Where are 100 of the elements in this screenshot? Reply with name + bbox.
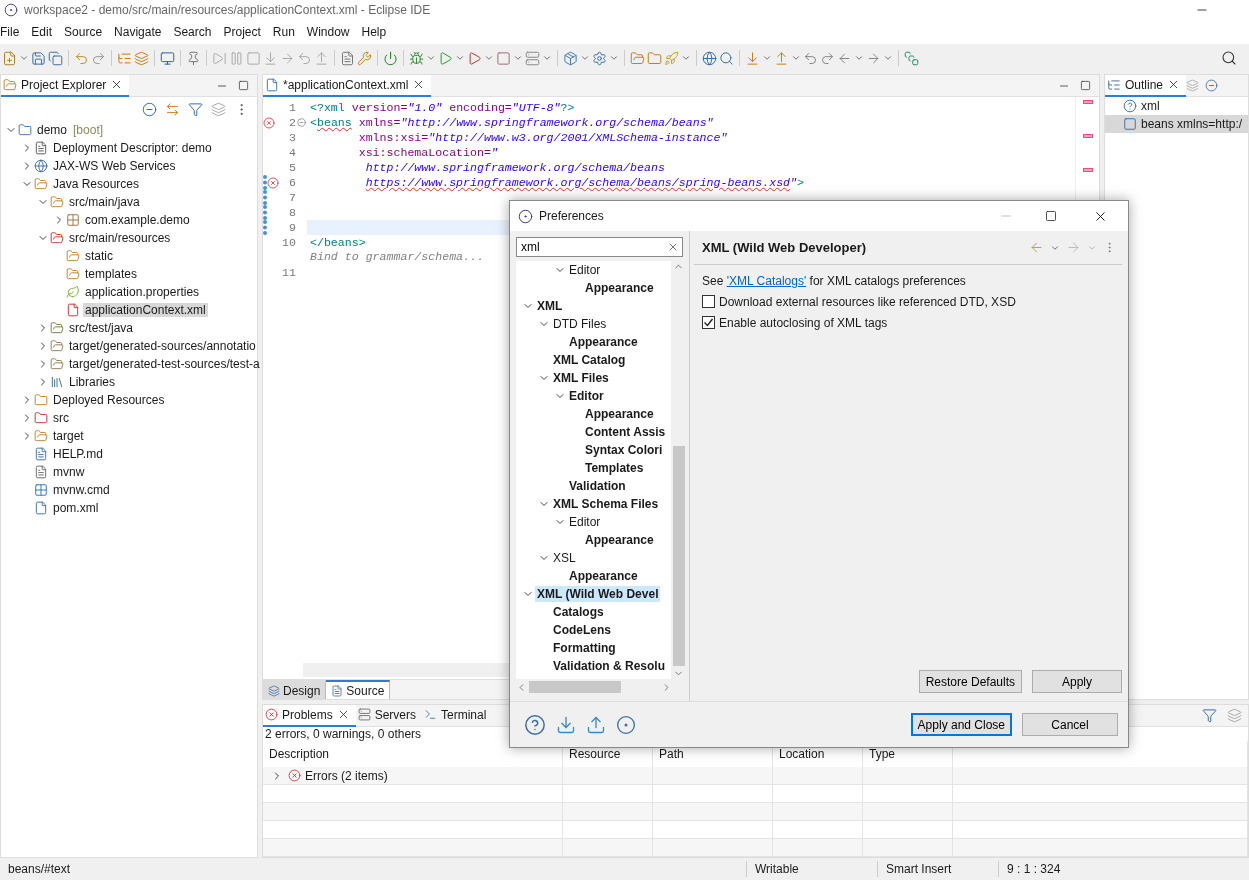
outline-item[interactable]: xml	[1105, 97, 1248, 115]
back-icon[interactable]	[837, 50, 852, 66]
layers-icon[interactable]	[134, 50, 149, 66]
tree-item[interactable]: Appearance	[567, 334, 640, 350]
menu-item[interactable]: Help	[361, 25, 399, 39]
tree-item[interactable]: Formatting	[551, 640, 618, 656]
wrench-icon[interactable]	[357, 50, 372, 66]
perspective-icon[interactable]	[904, 50, 919, 66]
caret-icon[interactable]	[580, 53, 590, 63]
tree-item[interactable]: XML Files	[551, 370, 611, 386]
caret-icon[interactable]	[883, 53, 893, 63]
menu-item[interactable]: File	[0, 25, 32, 39]
tree-item[interactable]: static	[83, 249, 115, 263]
tree-item[interactable]: Catalogs	[551, 604, 606, 620]
globe-icon[interactable]	[702, 50, 717, 66]
error-marker[interactable]	[1082, 168, 1093, 172]
package-icon[interactable]	[563, 50, 578, 66]
menu-item[interactable]: Edit	[31, 25, 65, 39]
format-icon[interactable]	[340, 50, 355, 66]
save-all-icon[interactable]	[48, 50, 63, 66]
view-tab[interactable]: Problems	[263, 704, 356, 727]
tree-item[interactable]: mvnw	[51, 465, 87, 479]
search-icon[interactable]	[1221, 50, 1237, 66]
tree-item[interactable]: Editor	[567, 514, 603, 530]
caret-icon[interactable]	[609, 53, 619, 63]
fold-icon[interactable]	[297, 118, 306, 127]
tree-item[interactable]: XML	[535, 298, 565, 314]
tree-item[interactable]: Appearance	[583, 406, 656, 422]
caret-icon[interactable]	[681, 53, 691, 63]
error-marker[interactable]	[1082, 134, 1093, 138]
server-icon[interactable]	[525, 50, 540, 66]
tree-item[interactable]: mvnw.cmd	[51, 483, 112, 497]
row-label[interactable]: Errors (2 items)	[305, 768, 388, 783]
tree-item[interactable]: XSL	[551, 550, 578, 566]
tree-item[interactable]: src/main/java	[67, 195, 142, 209]
editor-tab[interactable]: *applicationContext.xml	[263, 74, 432, 97]
tree-item[interactable]: target/generated-sources/annotatio	[67, 339, 258, 353]
resume-icon[interactable]	[212, 50, 227, 66]
run-tool-icon[interactable]	[467, 50, 482, 66]
filter-field[interactable]: xml	[516, 237, 683, 257]
layers-icon[interactable]	[1227, 708, 1242, 723]
tree-item[interactable]: HELP.md	[51, 447, 105, 461]
save-icon[interactable]	[31, 50, 46, 66]
caret-icon[interactable]	[762, 53, 772, 63]
monitor-icon[interactable]	[160, 50, 175, 66]
rocket-icon[interactable]	[664, 50, 679, 66]
last-edit-icon[interactable]	[803, 50, 818, 66]
tree-item[interactable]: Appearance	[583, 532, 656, 548]
tree-item[interactable]: Validation & Resolu	[551, 658, 668, 674]
previous-annotation-icon[interactable]	[774, 50, 789, 66]
menu-item[interactable]: Project	[223, 25, 273, 39]
menu-item[interactable]: Run	[272, 25, 307, 39]
layers-icon[interactable]	[211, 101, 226, 117]
tree-item[interactable]: Deployed Resources	[51, 393, 167, 407]
filter-icon[interactable]	[188, 101, 203, 117]
outline-item[interactable]: beans xmlns=http:/	[1105, 115, 1248, 133]
checkbox[interactable]	[702, 295, 715, 308]
undo-icon[interactable]	[74, 50, 89, 66]
stop-tool-icon[interactable]	[496, 50, 511, 66]
menu-item[interactable]: Window	[306, 25, 362, 39]
menu-item[interactable]: Search	[173, 25, 224, 39]
tree-item[interactable]: applicationContext.xml	[83, 303, 208, 317]
error-marker[interactable]	[1082, 100, 1093, 104]
caret-icon[interactable]	[854, 53, 864, 63]
tree-icon[interactable]	[117, 50, 132, 66]
next-edit-icon[interactable]	[820, 50, 835, 66]
caret-icon[interactable]	[513, 53, 523, 63]
export-icon[interactable]	[586, 714, 606, 735]
tree-item[interactable]: com.example.demo	[83, 213, 192, 227]
menu-item[interactable]: Source	[64, 25, 115, 39]
pause-icon[interactable]	[229, 50, 244, 66]
bug-icon[interactable]	[409, 50, 424, 66]
collapse-all-icon[interactable]	[142, 101, 157, 117]
editor-page-tab[interactable]: Design	[263, 680, 327, 699]
tree-item[interactable]: Appearance	[567, 568, 640, 584]
forward-icon[interactable]	[866, 50, 881, 66]
layers-icon[interactable]	[1186, 79, 1200, 92]
folder-icon[interactable]	[647, 50, 662, 66]
tree-item[interactable]: Validation	[567, 478, 628, 494]
tree-item[interactable]: XML Schema Files	[551, 496, 661, 512]
caret-icon[interactable]	[542, 53, 552, 63]
tree-item[interactable]: XML (Wild Web Devel	[535, 586, 661, 602]
tree-item[interactable]: Deployment Descriptor: demo	[51, 141, 214, 155]
view-tab[interactable]: Servers	[355, 704, 423, 727]
tree-item[interactable]: JAX-WS Web Services	[51, 159, 178, 173]
forward-icon[interactable]	[1066, 240, 1081, 255]
filter-icon[interactable]	[1202, 708, 1217, 723]
tree-item[interactable]: DTD Files	[551, 316, 609, 332]
tree-item[interactable]: target	[51, 429, 86, 443]
play-icon[interactable]	[438, 50, 453, 66]
tree-item[interactable]: application.properties	[83, 285, 202, 299]
step-return-icon[interactable]	[297, 50, 312, 66]
back-icon[interactable]	[1029, 240, 1044, 255]
tree-item[interactable]: templates	[83, 267, 140, 281]
caret-icon[interactable]	[426, 53, 436, 63]
view-tab[interactable]: Terminal	[422, 704, 493, 727]
drop-to-frame-icon[interactable]	[314, 50, 329, 66]
link-icon[interactable]	[165, 101, 180, 117]
tree-item[interactable]: src/main/resources	[67, 231, 173, 245]
view-tab[interactable]: Project Explorer	[1, 74, 130, 97]
